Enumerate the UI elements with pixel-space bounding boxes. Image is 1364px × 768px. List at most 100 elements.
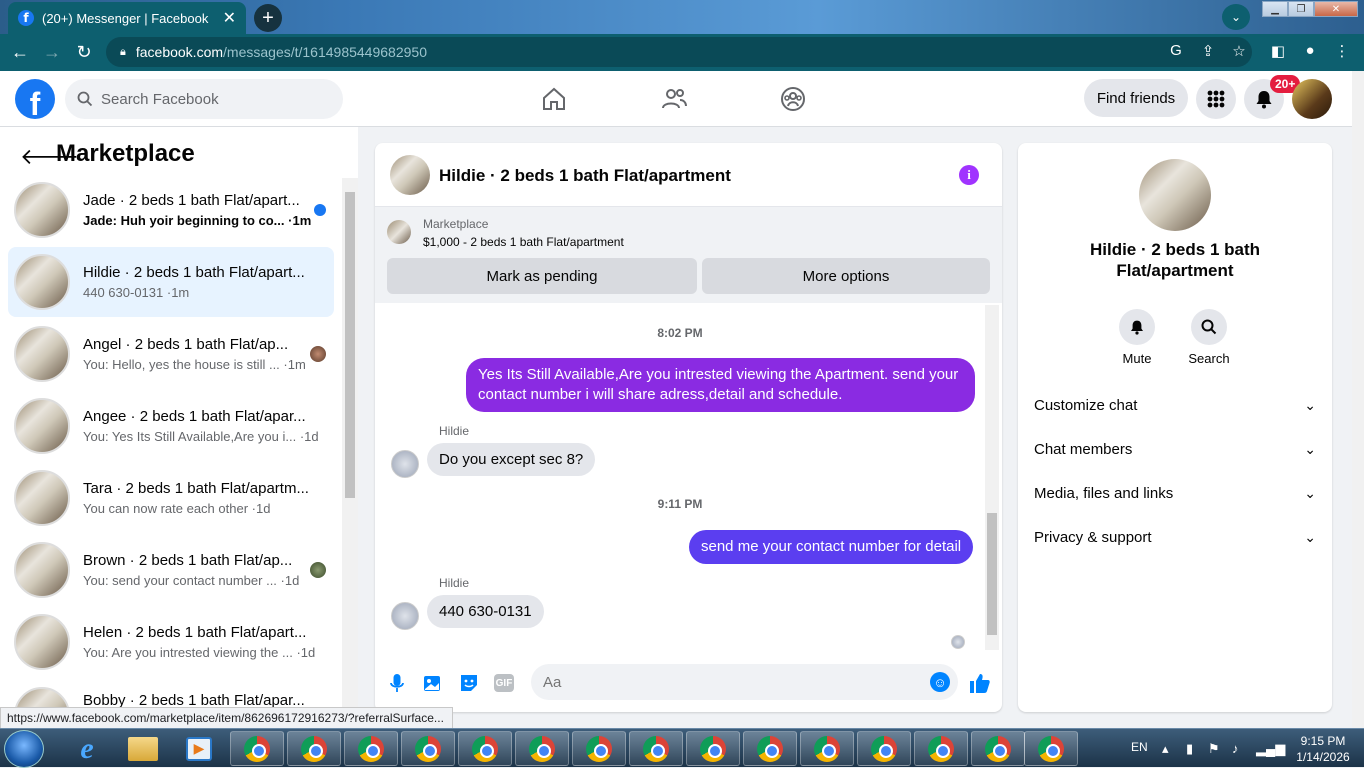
media-player-icon[interactable]: ▶ [172,731,226,766]
chrome-window-icon[interactable] [230,731,284,766]
more-options-button[interactable]: More options [702,258,990,294]
conversation-item[interactable]: Helen · 2 beds 1 bath Flat/apart... You: … [8,607,334,677]
sticker-icon[interactable] [458,672,480,694]
groups-icon[interactable] [779,85,807,113]
chat-scroll-thumb[interactable] [987,513,997,635]
chrome-window-icon[interactable] [401,731,455,766]
sender-avatar[interactable] [391,602,419,630]
outgoing-message[interactable]: send me your contact number for detail [689,530,974,564]
menu-grid-button[interactable] [1196,79,1236,119]
tab-search-icon[interactable]: ⌄ [1222,4,1250,30]
incoming-message[interactable]: Do you except sec 8? [427,443,596,476]
search-in-conversation-button[interactable]: Search [1179,309,1239,366]
side-panel-icon[interactable]: ◧ [1268,42,1288,62]
listing-price-title[interactable]: $1,000 - 2 beds 1 bath Flat/apartment [423,235,624,249]
conversation-time: 1m [287,357,306,372]
search-facebook-field[interactable]: Search Facebook [65,79,343,119]
show-hidden-icons-icon[interactable]: ▴ [1162,741,1169,757]
mute-button[interactable]: Mute [1107,309,1167,366]
gif-icon[interactable]: GIF [494,674,514,692]
listing-photo[interactable] [1139,159,1211,231]
read-receipt-avatar [951,635,965,649]
marketplace-title: Marketplace [56,140,195,167]
conversation-name: Tara · 2 beds 1 bath Flat/apartm... [83,480,309,497]
chrome-window-icon[interactable] [686,731,740,766]
conversation-item[interactable]: Brown · 2 beds 1 bath Flat/ap... You: sen… [8,535,334,605]
conversation-item[interactable]: Tara · 2 beds 1 bath Flat/apartm... You c… [8,463,334,533]
conversation-item[interactable]: Hildie · 2 beds 1 bath Flat/apart... 440 … [8,247,334,317]
chat-title[interactable]: Hildie · 2 beds 1 bath Flat/apartment [439,166,731,186]
incoming-message[interactable]: 440 630-0131 [427,595,544,628]
google-icon[interactable]: G [1166,42,1186,62]
chrome-window-icon[interactable] [743,731,797,766]
marketplace-label: Marketplace [423,217,489,231]
start-button[interactable] [4,730,44,768]
privacy-support-row[interactable]: Privacy & support ⌄ [1034,519,1316,555]
listing-thumbnail [14,542,70,598]
outgoing-message[interactable]: Yes Its Still Available,Are you intreste… [466,358,975,412]
chrome-window-icon[interactable] [629,731,683,766]
close-window-button[interactable]: ✕ [1314,1,1358,17]
close-tab-icon[interactable]: ✕ [223,8,236,28]
battery-icon[interactable]: ▮ [1186,741,1193,757]
browser-toolbar: ← → ↻ 🔒︎ facebook.com/messages/t/1614985… [0,34,1364,71]
thumbs-up-icon[interactable] [969,672,991,694]
conversation-name: Angee · 2 beds 1 bath Flat/apar... [83,408,306,425]
account-avatar[interactable] [1292,79,1332,119]
address-bar[interactable]: 🔒︎ facebook.com/messages/t/1614985449682… [106,37,1252,67]
chrome-window-icon[interactable] [515,731,569,766]
profile-icon[interactable]: ● [1300,42,1320,62]
forward-icon[interactable]: → [36,42,68,63]
action-center-flag-icon[interactable]: ⚑ [1208,741,1220,757]
chrome-window-icon[interactable] [914,731,968,766]
chrome-window-icon[interactable] [287,731,341,766]
friends-icon[interactable] [660,85,688,113]
browser-tab[interactable]: f (20+) Messenger | Facebook ✕ [8,2,246,34]
microphone-icon[interactable] [386,672,408,694]
reload-icon[interactable]: ↻ [68,42,100,63]
chat-listing-thumbnail[interactable] [390,155,430,195]
clock[interactable]: 9:15 PM 1/14/2026 [1288,733,1358,765]
conversation-item[interactable]: Angee · 2 beds 1 bath Flat/apar... You: Y… [8,391,334,461]
volume-icon[interactable]: ♪ [1232,741,1239,756]
back-icon[interactable]: ← [4,42,36,63]
share-icon[interactable]: ⇪ [1198,42,1218,62]
emoji-icon[interactable]: ☺ [930,672,950,692]
minimize-button[interactable]: ▁ [1262,1,1288,17]
bookmark-star-icon[interactable]: ☆ [1229,42,1249,62]
conversation-preview: 440 630-0131 [83,285,164,300]
chrome-window-icon[interactable] [458,731,512,766]
sidebar-scroll-thumb[interactable] [345,192,355,498]
media-files-links-row[interactable]: Media, files and links ⌄ [1034,475,1316,511]
chrome-window-icon[interactable] [572,731,626,766]
customize-chat-row[interactable]: Customize chat ⌄ [1034,387,1316,423]
chrome-window-icon[interactable] [1024,731,1078,766]
chrome-window-icon[interactable] [971,731,1025,766]
chat-members-row[interactable]: Chat members ⌄ [1034,431,1316,467]
sender-avatar[interactable] [391,450,419,478]
maximize-button[interactable]: ❐ [1288,1,1314,17]
message-input[interactable] [531,664,958,700]
find-friends-button[interactable]: Find friends [1084,79,1188,117]
chrome-window-icon[interactable] [857,731,911,766]
network-icon[interactable]: ▂▄▆ [1256,741,1285,757]
internet-explorer-icon[interactable]: e [60,731,114,766]
conversation-item[interactable]: Jade · 2 beds 1 bath Flat/apart... Jade: … [8,175,334,245]
photo-icon[interactable] [422,672,444,694]
bell-icon [1131,320,1143,335]
menu-dots-icon[interactable]: ⋮ [1332,42,1352,62]
info-icon[interactable]: i [959,165,979,185]
timestamp: 8:02 PM [657,326,703,340]
language-indicator[interactable]: EN [1131,740,1148,754]
home-icon[interactable] [540,85,568,113]
new-tab-button[interactable]: + [254,4,282,32]
mark-as-pending-button[interactable]: Mark as pending [387,258,697,294]
facebook-logo[interactable]: f [15,79,55,119]
search-icon [1201,319,1217,335]
conversation-time: 1m [171,285,190,300]
file-explorer-icon[interactable] [116,731,170,766]
chrome-window-icon[interactable] [344,731,398,766]
conversation-item[interactable]: Angel · 2 beds 1 bath Flat/ap... You: Hel… [8,319,334,389]
page-scrollbar[interactable] [1352,71,1364,728]
chrome-window-icon[interactable] [800,731,854,766]
